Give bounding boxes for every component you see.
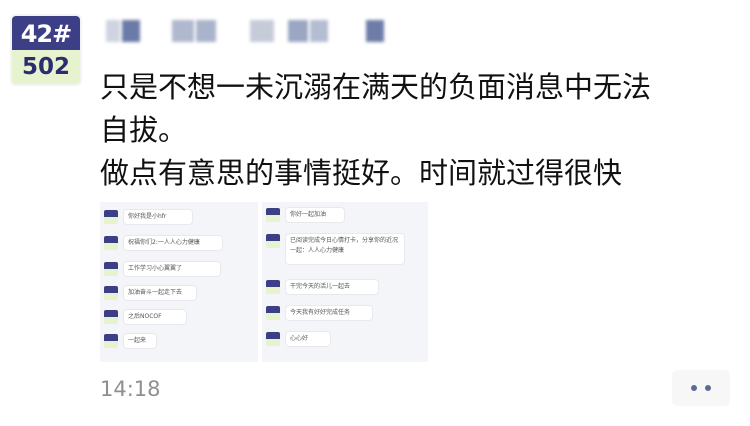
mini-avatar [104,286,118,300]
mini-avatar [104,236,118,250]
chat-bubble: 你好一起加油 [286,208,344,222]
more-actions-button[interactable] [672,370,730,406]
dot [691,385,697,391]
mini-avatar [104,210,118,224]
mini-avatar [266,280,280,294]
avatar[interactable]: 42# 502 [10,14,82,86]
nickname-mosaic-block [310,20,328,42]
chat-bubble: 之后NOCOF [124,310,186,324]
mini-avatar [266,306,280,320]
nickname-mosaic-block [196,20,216,42]
nickname-mosaic-block [366,20,384,42]
post-text-line: 只是不想一未沉溺在满天的负面消息中无法 [100,70,652,104]
moments-post: 42# 502 只是不想一未沉溺在满天的负面消息中无法 自拔。 做点有意思的事情… [0,0,750,426]
chat-bubble: 一起来 [124,334,156,348]
nickname-mosaic-block [172,20,194,42]
attached-image-2[interactable]: 你好一起加油 已阅读完成今日心情打卡，分享你的近况一起：人人心力健康 干完今天的… [262,202,428,362]
attached-image-1[interactable]: 你好我是小hfr 祝福你们2:一人人心力健康 工作学习小心翼翼了 加油奋斗一起走… [100,202,258,362]
chat-bubble: 加油奋斗一起走下去 [124,286,196,300]
mini-avatar [266,332,280,346]
nickname-mosaic-block [288,20,308,42]
nickname-mosaic-block [250,20,274,42]
chat-bubble: 祝福你们2:一人人心力健康 [124,236,222,250]
avatar-bottom-label: 502 [12,50,80,84]
post-timestamp: 14:18 [100,377,161,401]
chat-bubble: 已阅读完成今日心情打卡，分享你的近况一起：人人心力健康 [286,234,404,264]
chat-bubble: 你好我是小hfr [124,210,192,224]
mini-avatar [104,334,118,348]
chat-bubble: 干完今天的活儿一起去 [286,280,378,294]
dot [705,385,711,391]
mini-avatar [266,234,280,248]
chat-bubble: 今天我有好好完成任务 [286,306,372,320]
mini-avatar [104,310,118,324]
mini-avatar [266,208,280,222]
avatar-top-label: 42# [12,16,80,50]
post-content: 只是不想一未沉溺在满天的负面消息中无法 自拔。 做点有意思的事情挺好。时间就过得… [100,66,740,195]
post-text-line: 自拔。 [100,113,188,147]
mini-avatar [104,262,118,276]
nickname-mosaic-block [106,20,120,42]
chat-bubble: 工作学习小心翼翼了 [124,262,220,276]
chat-bubble: 心心好 [286,332,330,346]
post-text-line: 做点有意思的事情挺好。时间就过得很快 [100,156,623,190]
nickname-blurred[interactable] [100,20,400,42]
nickname-mosaic-block [122,20,140,42]
